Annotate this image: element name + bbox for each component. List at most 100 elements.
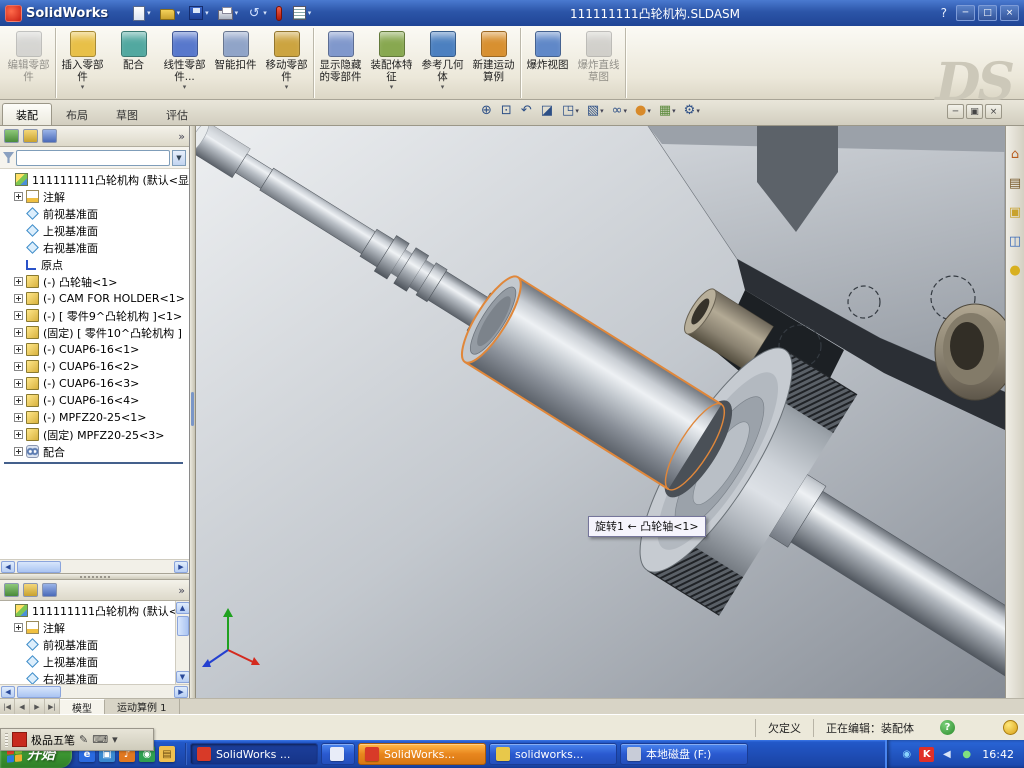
panel-splitter[interactable] [0,573,189,580]
task-button[interactable]: 本地磁盘 (F:) [620,743,748,765]
design-library-icon[interactable]: ▤ [1009,177,1021,191]
tree-item[interactable]: 111111111凸轮机构 (默认<显示 [0,171,189,188]
expand-toggle[interactable] [14,345,23,354]
panel-overflow-chevron[interactable]: » [178,130,185,143]
feature-manager-tab-icon[interactable] [4,583,19,597]
filter-dropdown-button[interactable]: ▼ [172,149,186,166]
tree-item[interactable]: (固定) MPFZ20-25<3> [0,426,189,443]
quick-tips-icon[interactable] [1003,720,1018,735]
hud-button[interactable]: ● ▾ [632,102,654,120]
doc-restore-button[interactable]: ▣ [966,104,983,119]
toolbar-button[interactable]: ▾ [244,4,270,23]
help-status-icon[interactable]: ? [940,720,955,735]
messenger-tray-icon[interactable]: ◉ [899,747,914,762]
scroll-thumb[interactable] [17,560,61,573]
command-tab[interactable]: 草图 [102,103,152,125]
configuration-manager-tab-icon[interactable] [42,129,57,143]
tree-item[interactable]: 上视基准面 [0,222,189,239]
hud-button[interactable]: ↶ [518,102,536,120]
tree-item[interactable]: (-) CUAP6-16<1> [0,341,189,358]
tab-scroll-button[interactable]: ◀ [15,699,30,714]
feature-manager-tab-icon[interactable] [4,129,19,143]
solidworks-resources-icon[interactable]: ⌂ [1011,148,1019,162]
property-manager-tab-icon[interactable] [23,129,38,143]
help-menu[interactable]: ? [941,6,947,20]
toolbar-options-icon[interactable]: ▾ [112,733,118,746]
ribbon-button[interactable]: 爆炸直线草图 [573,28,624,98]
expand-toggle[interactable] [14,379,23,388]
tree-item[interactable]: (-) CUAP6-16<3> [0,375,189,392]
tree-horizontal-scrollbar[interactable]: ◀ ▶ [0,684,189,698]
command-tab[interactable]: 评估 [152,103,202,125]
expand-toggle[interactable] [14,294,23,303]
tree-item[interactable]: 配合 [0,443,189,460]
ribbon-button[interactable]: 装配体特征 ▾ [366,28,417,98]
scroll-left-button[interactable]: ◀ [1,685,15,698]
hud-button[interactable]: ⚙ ▾ [681,102,703,120]
tree-item[interactable]: 111111111凸轮机构 (默认< [0,602,175,619]
tree-item[interactable]: (-) CUAP6-16<2> [0,358,189,375]
configuration-manager-tab-icon[interactable] [42,583,57,597]
ribbon-button[interactable]: 爆炸视图 [522,28,573,98]
close-button[interactable]: × [1000,5,1019,21]
file-explorer-icon[interactable]: ▣ [1009,206,1021,220]
minimize-button[interactable]: ─ [956,5,975,21]
ribbon-button[interactable]: 插入零部件 ▾ [57,28,108,98]
antivirus-icon[interactable]: K [919,746,935,762]
tab-scroll-button[interactable]: ▶| [45,699,60,714]
tree-horizontal-scrollbar[interactable]: ◀ ▶ [0,559,189,573]
scroll-left-button[interactable]: ◀ [1,560,15,573]
hud-button[interactable]: ▧ ▾ [584,102,607,120]
ribbon-button[interactable]: 配合 [108,28,159,98]
tree-item[interactable]: (固定) [ 零件10^凸轮机构 ] [0,324,189,341]
ribbon-button[interactable]: 新建运动算例 [468,28,519,98]
scroll-down-button[interactable]: ▼ [175,671,189,683]
tree-item[interactable]: 右视基准面 [0,670,175,684]
command-tab[interactable]: 装配 [2,103,52,125]
keyboard-icon[interactable]: ⌨ [92,733,108,746]
expand-toggle[interactable] [14,362,23,371]
hud-button[interactable]: ⊡ [498,102,516,120]
folder-icon[interactable]: ▤ [159,746,175,762]
expand-toggle[interactable] [14,430,23,439]
tree-item[interactable]: (-) [ 零件9^凸轮机构 ]<1> [0,307,189,324]
ribbon-button[interactable]: 显示隐藏的零部件 [315,28,366,98]
scroll-thumb[interactable] [17,685,61,698]
maximize-button[interactable]: □ [978,5,997,21]
expand-toggle[interactable] [14,623,23,632]
toolbar-button[interactable]: ▾ [130,4,154,23]
drag-grip-icon[interactable] [5,732,8,747]
task-button[interactable]: SolidWorks ... [190,743,318,765]
panel-viewport-splitter[interactable] [190,126,196,698]
hud-button[interactable]: ∞ ▾ [609,102,630,120]
expand-toggle[interactable] [14,396,23,405]
study-tab[interactable]: 模型 [60,699,105,715]
expand-toggle[interactable] [14,328,23,337]
study-tab[interactable]: 运动算例 1 [105,699,180,714]
tree-item[interactable]: 原点 [0,256,189,273]
expand-toggle[interactable] [14,447,23,456]
toolbar-button[interactable]: ▾ [186,4,212,22]
doc-minimize-button[interactable]: ─ [947,104,964,119]
ribbon-button[interactable]: 移动零部件 ▾ [261,28,312,98]
tree-item[interactable]: (-) MPFZ20-25<1> [0,409,189,426]
doc-close-button[interactable]: × [985,104,1002,119]
ribbon-button[interactable]: 线性零部件... ▾ [159,28,210,98]
toolbar-button[interactable]: ▾ [215,4,242,22]
appearances-icon[interactable]: ● [1009,264,1020,278]
filter-input[interactable] [16,149,170,166]
graphics-area[interactable]: 旋转1 ← 凸轮轴<1> [196,126,1005,698]
toolbar-button[interactable]: ▾ [157,4,184,22]
volume-icon[interactable]: ◀ [939,747,954,762]
feature-tree[interactable]: 111111111凸轮机构 (默认<显示 注解 前视基准面 上视基准面 右视基准… [0,169,189,559]
expand-toggle[interactable] [14,277,23,286]
model-canvas[interactable] [196,126,1005,698]
command-tab[interactable]: 布局 [52,103,102,125]
scroll-right-button[interactable]: ▶ [174,560,188,573]
ribbon-button[interactable]: 参考几何体 ▾ [417,28,468,98]
tree-item[interactable]: (-) 凸轮轴<1> [0,273,189,290]
feature-tree-secondary[interactable]: 111111111凸轮机构 (默认< 注解 前视基准面 上视基准面 右视基准面 [0,601,175,684]
ime-logo-icon[interactable] [12,732,27,747]
tree-vertical-scrollbar[interactable]: ▲ ▼ [175,601,189,684]
panel-overflow-chevron[interactable]: » [178,584,185,597]
